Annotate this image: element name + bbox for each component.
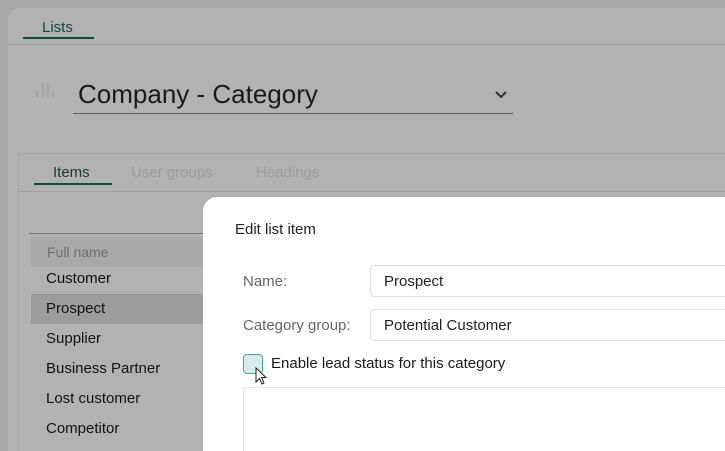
tab-lists[interactable]: Lists: [42, 19, 73, 36]
table-row[interactable]: Competitor: [31, 414, 211, 444]
description-textarea[interactable]: [243, 387, 725, 451]
divider: [19, 191, 725, 192]
category-group-input[interactable]: Potential Customer: [370, 309, 725, 341]
column-header-full-name[interactable]: Full name: [31, 237, 211, 267]
active-tab-indicator: [34, 183, 112, 185]
tab-headings[interactable]: Headings: [256, 164, 319, 181]
enable-lead-status-label[interactable]: Enable lead status for this category: [271, 355, 505, 372]
tab-user-groups[interactable]: User groups: [131, 164, 213, 181]
table-top-border: [29, 233, 209, 234]
dialog-title: Edit list item: [235, 221, 316, 238]
category-group-label: Category group:: [243, 317, 351, 334]
name-input[interactable]: Prospect: [370, 265, 725, 297]
table-row[interactable]: Business Partner: [31, 354, 211, 384]
table-row[interactable]: Customer: [31, 264, 211, 294]
chevron-down-icon[interactable]: [494, 90, 508, 100]
drag-handle-icon: [36, 83, 54, 97]
table-row[interactable]: Lost customer: [31, 384, 211, 414]
tab-items[interactable]: Items: [53, 164, 90, 181]
name-label: Name:: [243, 273, 288, 290]
table-row[interactable]: Supplier: [31, 324, 211, 354]
list-selector[interactable]: Company - Category: [78, 79, 318, 110]
mouse-cursor-icon: [255, 367, 268, 385]
divider: [8, 44, 725, 45]
active-tab-indicator: [23, 37, 94, 39]
list-selector-underline: [73, 113, 513, 114]
edit-list-item-dialog: Edit list item Name: Prospect Category g…: [203, 197, 725, 451]
table-row-selected[interactable]: Prospect: [31, 294, 211, 324]
